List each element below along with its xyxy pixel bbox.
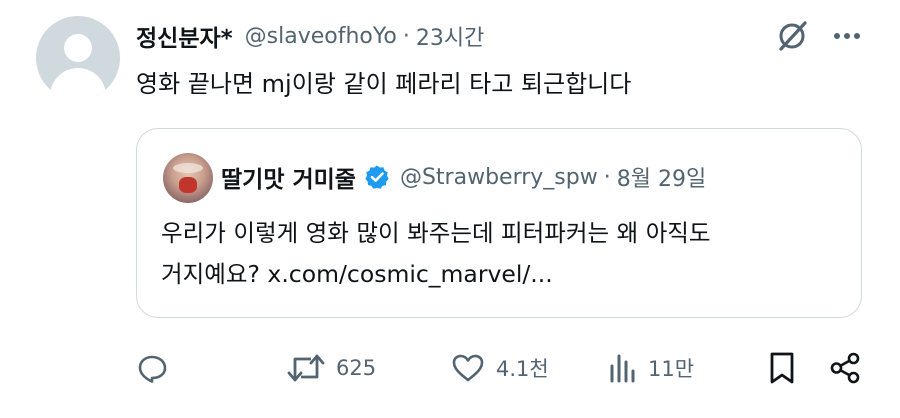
share-button[interactable] (828, 344, 864, 392)
views-button[interactable]: 11만 (608, 344, 694, 392)
retweet-count: 625 (336, 356, 377, 380)
like-button[interactable]: 4.1천 (450, 344, 549, 392)
quoted-text-line-2: 거지예요? x.com/cosmic_marvel/... (161, 260, 553, 288)
views-count: 11만 (648, 357, 695, 381)
quoted-author-handle: @Strawberry_spw (399, 164, 598, 190)
avatar-body (50, 68, 106, 100)
quoted-author-name: 딸기맛 거미줄 (221, 167, 356, 193)
quoted-text-line-1: 우리가 이렇게 영화 많이 봐주는데 피터파커는 왜 아직도 (161, 219, 711, 247)
separator-dot: · (603, 164, 611, 190)
author-avatar[interactable] (36, 16, 120, 100)
avatar-head (64, 34, 92, 62)
more-icon[interactable] (830, 22, 864, 50)
reply-icon (138, 355, 167, 383)
action-bar: 625 4.1천 11만 (0, 344, 900, 392)
bookmark-icon (770, 352, 794, 384)
views-icon (610, 354, 635, 383)
avatar-highlight (173, 163, 203, 173)
retweet-icon (287, 354, 325, 382)
tweet-header: 정신분자* @slaveofhoYo · 23시간 (136, 18, 484, 54)
quoted-tweet-text: 우리가 이렇게 영화 많이 봐주는데 피터파커는 왜 아직도 거지예요? x.c… (161, 213, 841, 295)
separator-dot: · (402, 23, 410, 49)
like-icon (452, 354, 484, 382)
share-icon (830, 352, 860, 384)
like-count: 4.1천 (496, 357, 549, 381)
quoted-author-avatar[interactable] (163, 153, 213, 203)
tweet-text: 영화 끝나면 mj이랑 같이 페라리 타고 퇴근합니다 (136, 70, 632, 98)
tweet-time[interactable]: 23시간 (416, 20, 484, 52)
author-name[interactable]: 정신분자* (136, 19, 233, 53)
quoted-tweet-date: 8월 29일 (616, 167, 707, 192)
retweet-button[interactable]: 625 (286, 344, 376, 392)
quoted-tweet-card[interactable]: 딸기맛 거미줄 @Strawberry_spw · 8월 29일 우리가 이렇게… (136, 128, 862, 318)
bookmark-button[interactable] (764, 344, 800, 392)
author-handle[interactable]: @slaveofhoYo (245, 24, 397, 49)
avatar-figure (179, 177, 197, 193)
quoted-tweet-header: 딸기맛 거미줄 @Strawberry_spw · 8월 29일 (221, 159, 706, 195)
verified-icon (365, 165, 389, 189)
reply-button[interactable] (134, 344, 170, 392)
grok-icon[interactable] (774, 18, 810, 54)
